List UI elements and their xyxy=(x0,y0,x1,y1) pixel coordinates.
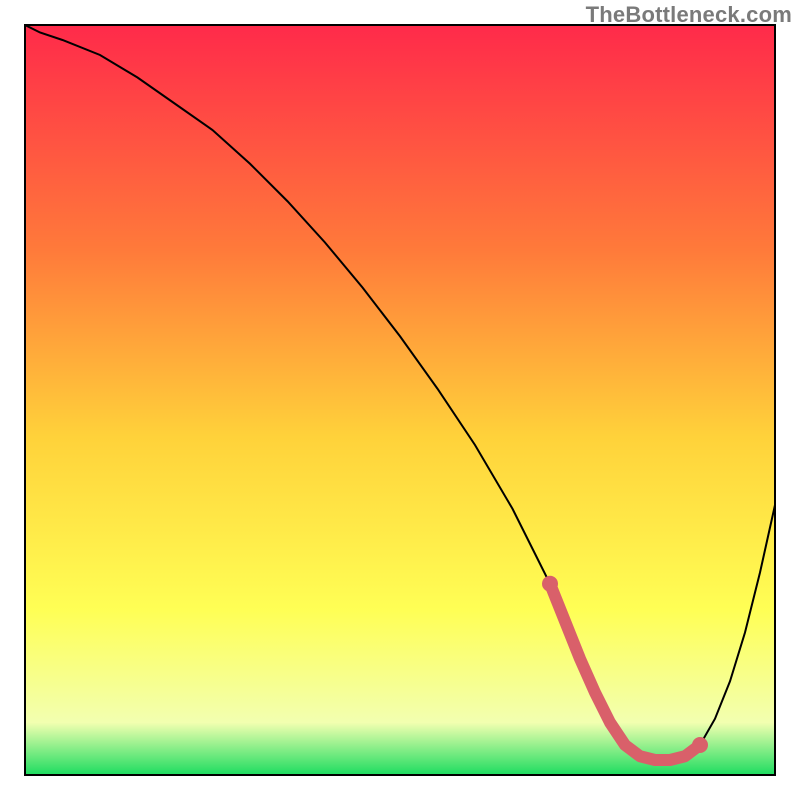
watermark-text: TheBottleneck.com xyxy=(586,2,792,28)
chart-container: TheBottleneck.com xyxy=(0,0,800,800)
bottleneck-chart xyxy=(0,0,800,800)
gradient-background xyxy=(25,25,775,775)
